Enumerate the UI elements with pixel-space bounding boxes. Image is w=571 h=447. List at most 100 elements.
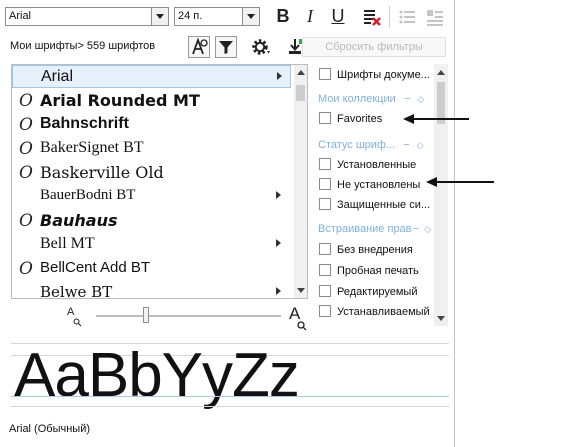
filter-no-embedding[interactable]: Без внедрения [319, 243, 413, 256]
submenu-arrow-icon[interactable] [276, 239, 281, 247]
font-list-item[interactable]: BauerBodni BT [12, 185, 291, 208]
filter-label: Пробная печать [337, 265, 419, 277]
filter-label: Favorites [337, 113, 383, 125]
font-list-scrollbar[interactable] [294, 65, 307, 298]
callout-arrow-line [413, 118, 469, 120]
font-name: Bauhaus [40, 211, 118, 230]
checkbox[interactable] [319, 198, 331, 210]
submenu-arrow-icon[interactable] [276, 287, 281, 295]
filter-document-fonts[interactable]: Шрифты докуме... [319, 68, 430, 81]
opentype-icon: O [19, 139, 33, 159]
font-name-value: Arial [9, 10, 32, 22]
reset-filters-button[interactable]: Сбросить фильтры [302, 37, 446, 57]
font-list-item[interactable]: O Baskerville Old [12, 161, 291, 184]
scroll-down-arrow-icon[interactable] [437, 316, 445, 321]
font-preview-sample: AaBbYyZz [14, 341, 300, 410]
font-name: BauerBodni BT [40, 187, 136, 203]
filter-label: Без внедрения [337, 244, 413, 256]
font-collection-label: Мои шрифты> 559 шрифтов [10, 40, 156, 52]
bullet-list-icon[interactable] [396, 6, 418, 28]
gear-icon[interactable] [250, 36, 272, 58]
font-list-item[interactable]: O Bauhaus [12, 209, 291, 232]
submenu-arrow-icon[interactable] [276, 191, 281, 199]
checkbox[interactable] [319, 285, 331, 297]
filter-editable[interactable]: Редактируемый [319, 285, 418, 298]
filter-label: Не установлены [337, 179, 421, 191]
font-playground-icon[interactable] [188, 36, 210, 58]
font-name-dropdown-button[interactable] [151, 8, 168, 25]
collapse-minus-icon[interactable]: − [403, 139, 409, 151]
font-list-item[interactable]: Bell MT [12, 233, 291, 256]
font-list[interactable]: Arial O Arial Rounded MT O Bahnschrift O… [11, 64, 308, 299]
font-list-item[interactable]: O BellCent Add BT [12, 257, 291, 280]
submenu-arrow-icon[interactable] [277, 72, 282, 80]
font-name: Belwe BT [40, 283, 113, 299]
font-name: Bahnschrift [40, 115, 129, 132]
preview-guide-line [11, 406, 449, 407]
filter-protected[interactable]: Защищенные си... [319, 198, 430, 211]
underline-button[interactable]: U [327, 6, 349, 28]
checkbox[interactable] [319, 158, 331, 170]
text-color-x-icon[interactable] [361, 6, 383, 28]
collapse-minus-icon[interactable]: − [404, 93, 410, 105]
opentype-icon: O [19, 163, 33, 183]
font-name: BakerSignet BT [40, 139, 144, 156]
filter-label: Редактируемый [337, 286, 418, 298]
callout-arrow-icon [426, 177, 437, 187]
checkbox[interactable] [319, 68, 331, 80]
font-dialog-panel: Arial 24 п. B I U Мои шрифты> 559 шрифто… [0, 0, 455, 447]
filter-label: Установленные [337, 159, 417, 171]
my-collections-heading[interactable]: Мои коллекции − ◇ [318, 93, 424, 105]
checkbox[interactable] [319, 264, 331, 276]
font-size-value: 24 п. [178, 10, 203, 22]
sort-diamond-icon[interactable]: ◇ [417, 140, 424, 150]
sort-diamond-icon[interactable]: ◇ [424, 224, 431, 234]
font-list-item[interactable]: Arial [12, 65, 291, 88]
font-list-item[interactable]: O Arial Rounded MT [12, 89, 291, 112]
italic-button[interactable]: I [299, 6, 321, 28]
sort-diamond-icon[interactable]: ◇ [417, 94, 424, 104]
collapse-minus-icon[interactable]: − [413, 223, 419, 235]
checkbox[interactable] [319, 178, 331, 190]
checkbox[interactable] [319, 112, 331, 124]
section-title: Встраивание прав [318, 223, 412, 235]
filter-pane: Шрифты докуме... Мои коллекции − ◇ Favor… [311, 62, 451, 328]
zoom-slider-track[interactable] [96, 315, 281, 317]
font-list-item[interactable]: Belwe BT [12, 281, 291, 299]
scroll-up-arrow-icon[interactable] [437, 70, 445, 75]
font-name-combobox[interactable]: Arial [5, 7, 169, 26]
filter-pane-scrollbar[interactable] [434, 64, 448, 326]
font-list-item[interactable]: O Bahnschrift [12, 113, 291, 136]
font-status-heading[interactable]: Статус шриф... − ◇ [318, 139, 424, 151]
font-name: Bell MT [40, 235, 95, 252]
filter-favorites[interactable]: Favorites [319, 112, 382, 125]
checkbox[interactable] [319, 305, 331, 317]
scroll-thumb[interactable] [296, 85, 305, 101]
preview-baseline [11, 396, 449, 397]
embedding-rights-heading[interactable]: Встраивание прав − ◇ [318, 223, 431, 235]
font-name: Arial [41, 68, 74, 85]
bold-button[interactable]: B [272, 6, 294, 28]
filter-installed[interactable]: Установленные [319, 158, 416, 171]
font-list-item[interactable]: O BakerSignet BT [12, 137, 291, 160]
numbered-list-icon[interactable] [424, 6, 446, 28]
callout-arrow-icon [403, 114, 414, 124]
filter-icon[interactable] [215, 36, 237, 58]
toolbar-separator [389, 6, 390, 28]
opentype-icon: O [19, 211, 33, 231]
filter-installable[interactable]: Устанавливаемый [319, 305, 430, 318]
font-size-dropdown-button[interactable] [242, 8, 259, 25]
zoom-slider-thumb[interactable] [142, 307, 149, 323]
filter-label: Устанавливаемый [337, 306, 430, 318]
opentype-icon: O [19, 91, 33, 111]
zoom-small-magnifier-icon [73, 312, 82, 331]
filter-not-installed[interactable]: Не установлены [319, 178, 420, 191]
scroll-up-arrow-icon[interactable] [297, 70, 305, 75]
scroll-down-arrow-icon[interactable] [297, 288, 305, 293]
checkbox[interactable] [319, 243, 331, 255]
font-size-combobox[interactable]: 24 п. [174, 7, 260, 26]
filter-label: Защищенные си... [337, 199, 431, 211]
filter-preview-print[interactable]: Пробная печать [319, 264, 419, 277]
callout-arrow-line [436, 181, 494, 183]
section-title: Статус шриф... [318, 139, 396, 151]
